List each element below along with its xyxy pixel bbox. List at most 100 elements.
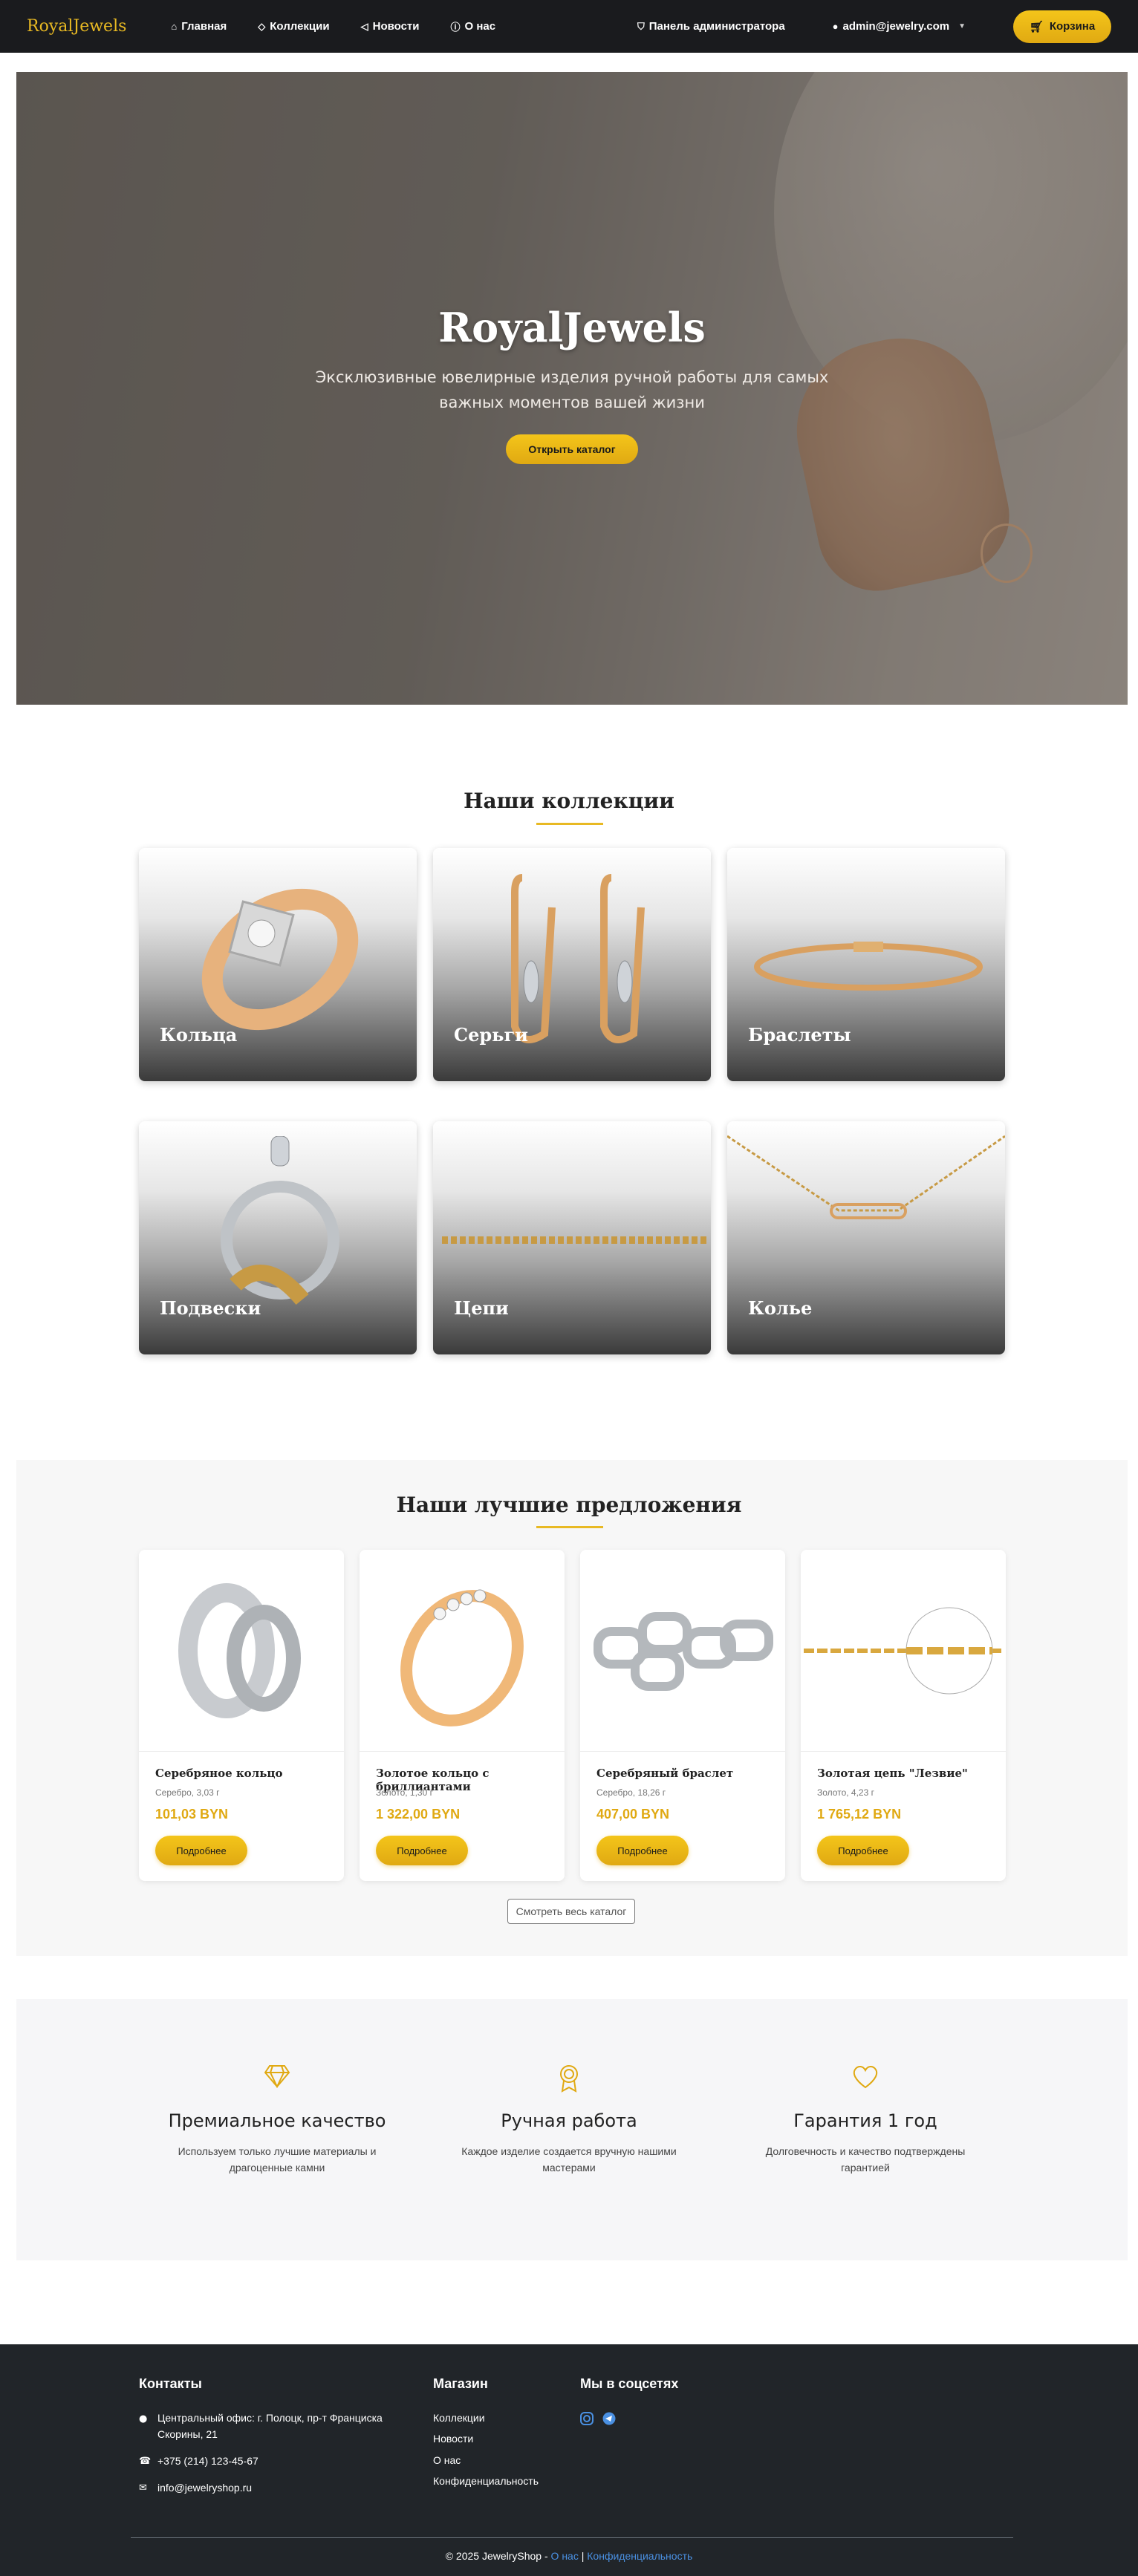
home-icon: ⌂	[171, 21, 178, 32]
feature-description: Используем только лучшие материалы и дра…	[178, 2145, 377, 2174]
collection-label: Серьги	[454, 1024, 528, 1046]
nav-links: ⌂ Главная ◇ Коллекции ◁ Новости ⓘ О нас	[171, 19, 495, 33]
map-pin-icon: ●	[139, 2413, 148, 2425]
necklace-image	[727, 1135, 1005, 1219]
collections-title: Наши коллекции	[464, 789, 674, 813]
copyright-text: © 2025 JewelryShop -	[445, 2550, 548, 2562]
info-icon: ⓘ	[450, 22, 461, 33]
offers-title: Наши лучшие предложения	[396, 1493, 742, 1517]
navbar: RoyalJewels ⌂ Главная ◇ Коллекции ◁ Ново…	[0, 0, 1138, 53]
footer-phone[interactable]: +375 (214) 123-45-67	[157, 2453, 259, 2469]
product-image	[801, 1550, 1006, 1752]
award-icon	[446, 2064, 692, 2094]
feature-handmade: Ручная работа Каждое изделие создается в…	[446, 2064, 692, 2176]
nav-link-news[interactable]: ◁ Новости	[361, 20, 420, 33]
chevron-down-icon: ▼	[958, 22, 966, 30]
bracelet-image	[754, 942, 983, 991]
view-catalog-button[interactable]: Смотреть весь каталог	[507, 1899, 635, 1924]
nav-link-label: Коллекции	[270, 20, 330, 33]
feature-title: Премиальное качество	[168, 2110, 386, 2131]
nav-link-label: Главная	[181, 20, 227, 33]
cart-label: Корзина	[1049, 20, 1096, 33]
footer-link-about[interactable]: О нас	[433, 2452, 461, 2468]
product-price: 101,03 BYN	[155, 1807, 229, 1822]
feature-quality: Премиальное качество Используем только л…	[155, 2064, 400, 2176]
footer-contacts-title: Контакты	[139, 2376, 202, 2391]
details-button[interactable]: Подробнее	[817, 1836, 909, 1865]
collection-card-earrings[interactable]: Серьги	[433, 848, 711, 1081]
collection-card-pendants[interactable]: Подвески	[139, 1121, 417, 1354]
admin-panel-label: Панель администратора	[648, 20, 785, 33]
product-meta: Золото, 4,23 г	[817, 1787, 874, 1798]
instagram-icon[interactable]	[580, 2412, 594, 2425]
gold-ring-image	[400, 1589, 524, 1726]
product-image	[139, 1550, 344, 1752]
hero-subtitle: Эксклюзивные ювелирные изделия ручной ра…	[315, 368, 829, 411]
hero-title: RoyalJewels	[438, 304, 706, 351]
collection-label: Браслеты	[748, 1024, 851, 1046]
product-price: 1 322,00 BYN	[376, 1807, 461, 1822]
product-card[interactable]: Серебряный браслет Серебро, 18,26 г 407,…	[580, 1550, 785, 1881]
copyright-privacy-link[interactable]: Конфиденциальность	[587, 2550, 692, 2562]
collection-card-chains[interactable]: Цепи	[433, 1121, 711, 1354]
admin-panel-link[interactable]: ⛉ Панель администратора	[637, 20, 785, 33]
nav-right: ⛉ Панель администратора ● admin@jewelry.…	[637, 10, 1111, 43]
silver-ring-image	[178, 1583, 301, 1718]
user-menu-dropdown[interactable]: ● admin@jewelry.com ▼	[833, 20, 966, 33]
product-image	[360, 1550, 565, 1752]
footer-link-collections[interactable]: Коллекции	[433, 2410, 485, 2426]
product-card[interactable]: Золотое кольцо с бриллиантами Золото, 1,…	[360, 1550, 565, 1881]
gem-icon: ◇	[258, 20, 266, 32]
product-meta: Серебро, 18,26 г	[596, 1787, 666, 1798]
collection-label: Подвески	[160, 1297, 261, 1319]
feature-warranty: Гарантия 1 год Долговечность и качество …	[743, 2064, 988, 2176]
user-icon: ●	[832, 21, 839, 32]
feature-description: Каждое изделие создается вручную нашими …	[461, 2145, 677, 2174]
product-card[interactable]: Серебряное кольцо Серебро, 3,03 г 101,03…	[139, 1550, 344, 1881]
footer-copyright: © 2025 JewelryShop - О нас | Конфиденциа…	[0, 2550, 1138, 2562]
nav-link-collections[interactable]: ◇ Коллекции	[258, 20, 329, 33]
product-card[interactable]: Золотая цепь "Лезвие" Золото, 4,23 г 1 7…	[801, 1550, 1006, 1881]
details-button[interactable]: Подробнее	[155, 1836, 247, 1865]
collection-card-necklaces[interactable]: Колье	[727, 1121, 1005, 1354]
product-meta: Серебро, 3,03 г	[155, 1787, 220, 1798]
open-catalog-button[interactable]: Открыть каталог	[506, 434, 638, 464]
footer-link-news[interactable]: Новости	[433, 2430, 473, 2447]
telegram-icon[interactable]	[602, 2412, 616, 2425]
collection-card-bracelets[interactable]: Браслеты	[727, 848, 1005, 1081]
details-button[interactable]: Подробнее	[376, 1836, 468, 1865]
collection-label: Кольца	[160, 1024, 238, 1046]
gold-chain-image	[804, 1607, 1003, 1695]
collection-label: Цепи	[454, 1297, 509, 1319]
silver-bracelet-image	[594, 1612, 773, 1691]
hero-banner: RoyalJewels Эксклюзивные ювелирные издел…	[16, 72, 1128, 705]
title-underline	[536, 1526, 603, 1528]
feature-title: Гарантия 1 год	[793, 2110, 937, 2131]
shield-icon: ⛉	[637, 20, 645, 32]
nav-link-home[interactable]: ⌂ Главная	[171, 20, 227, 33]
nav-link-about[interactable]: ⓘ О нас	[451, 19, 496, 33]
footer: Контакты ● Центральный офис: г. Полоцк, …	[0, 2344, 1138, 2576]
product-name: Серебряный браслет	[596, 1767, 734, 1780]
footer-address: Центральный офис: г. Полоцк, пр-т Франци…	[157, 2412, 383, 2440]
feature-description: Долговечность и качество подтверждены га…	[765, 2145, 966, 2174]
cart-button[interactable]: 🛒︎ Корзина	[1013, 10, 1111, 43]
cart-icon: 🛒︎	[1029, 20, 1044, 33]
footer-link-privacy[interactable]: Конфиденциальность	[433, 2473, 539, 2489]
details-button[interactable]: Подробнее	[596, 1836, 689, 1865]
heart-icon	[743, 2064, 988, 2094]
diamond-icon	[155, 2064, 400, 2094]
footer-email[interactable]: info@jewelryshop.ru	[157, 2479, 252, 2496]
copyright-separator: |	[581, 2550, 585, 2562]
nav-link-label: О нас	[464, 20, 496, 33]
title-underline	[536, 823, 603, 825]
user-email: admin@jewelry.com	[842, 20, 950, 33]
brand-logo[interactable]: RoyalJewels	[27, 17, 126, 36]
feature-title: Ручная работа	[501, 2110, 637, 2131]
collection-card-rings[interactable]: Кольца	[139, 848, 417, 1081]
product-price: 1 765,12 BYN	[817, 1807, 902, 1822]
ring-image	[201, 888, 359, 1031]
copyright-about-link[interactable]: О нас	[551, 2550, 579, 2562]
footer-social-title: Мы в соцсетях	[580, 2376, 679, 2391]
phone-icon: ☎	[139, 2456, 152, 2467]
